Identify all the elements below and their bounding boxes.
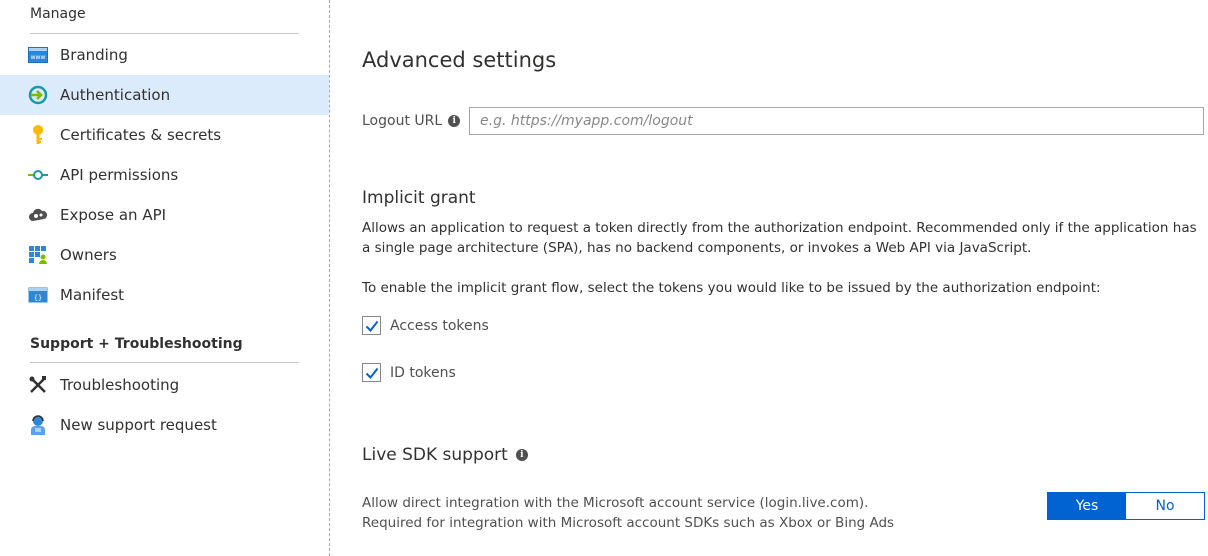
manage-section-title: Manage (30, 6, 86, 22)
sidebar-item-manifest[interactable]: {} Manifest (0, 275, 329, 315)
sidebar-item-authentication[interactable]: Authentication (0, 75, 329, 115)
live-sdk-description-line2: Required for integration with Microsoft … (362, 515, 895, 531)
logout-url-input[interactable] (469, 107, 1204, 135)
access-tokens-label: Access tokens (390, 317, 489, 334)
owners-icon (28, 245, 48, 265)
id-tokens-label: ID tokens (390, 364, 456, 381)
sidebar-item-api-permissions[interactable]: API permissions (0, 155, 329, 195)
svg-text:{}: {} (34, 294, 42, 302)
implicit-grant-instruction: To enable the implicit grant flow, selec… (362, 280, 1101, 296)
manifest-icon: {} (28, 285, 48, 305)
access-tokens-checkbox[interactable] (362, 316, 381, 335)
live-sdk-toggle: Yes No (1047, 492, 1205, 520)
id-tokens-checkbox[interactable] (362, 363, 381, 382)
support-section-title: Support + Troubleshooting (30, 336, 243, 352)
id-tokens-option[interactable]: ID tokens (362, 363, 456, 382)
sidebar-item-label: Troubleshooting (60, 376, 180, 394)
manage-divider (30, 33, 299, 34)
implicit-grant-description: Allows an application to request a token… (362, 220, 1197, 256)
sidebar-item-troubleshooting[interactable]: Troubleshooting (0, 365, 329, 405)
logout-url-label-text: Logout URL (362, 113, 443, 129)
sidebar-item-label: Expose an API (60, 206, 167, 224)
sidebar-item-new-support-request[interactable]: New support request (0, 405, 329, 445)
sidebar: Manage www Branding Authentication Certi… (0, 0, 330, 556)
sidebar-item-label: API permissions (60, 166, 179, 184)
key-icon (28, 125, 48, 145)
support-person-icon (28, 415, 48, 435)
live-sdk-description: Allow direct integration with the Micros… (362, 493, 894, 533)
live-sdk-description-line1: Allow direct integration with the Micros… (362, 495, 869, 511)
main-content: Advanced settings Logout URL i Implicit … (362, 0, 1208, 556)
sidebar-item-label: New support request (60, 416, 217, 434)
sidebar-item-certificates-secrets[interactable]: Certificates & secrets (0, 115, 329, 155)
sidebar-item-label: Authentication (60, 86, 171, 104)
sidebar-item-label: Branding (60, 46, 128, 64)
sidebar-item-owners[interactable]: Owners (0, 235, 329, 275)
access-tokens-option[interactable]: Access tokens (362, 316, 489, 335)
branding-icon: www (28, 45, 48, 65)
svg-text:www: www (31, 54, 46, 61)
authentication-icon (28, 85, 48, 105)
support-divider (30, 362, 299, 363)
checkmark-icon (365, 320, 378, 332)
sidebar-item-label: Certificates & secrets (60, 126, 222, 144)
live-sdk-yes-button[interactable]: Yes (1048, 493, 1126, 519)
wrench-icon (28, 375, 48, 395)
info-icon[interactable]: i (448, 115, 461, 127)
info-icon[interactable]: i (515, 449, 528, 461)
live-sdk-no-button[interactable]: No (1126, 493, 1204, 519)
sidebar-item-branding[interactable]: www Branding (0, 35, 329, 75)
cloud-api-icon (28, 205, 48, 225)
app-registration-authentication-page: Manage www Branding Authentication Certi… (0, 0, 1208, 556)
sidebar-item-label: Owners (60, 246, 117, 264)
sidebar-item-label: Manifest (60, 286, 125, 304)
checkmark-icon (365, 367, 378, 379)
live-sdk-title-row: Live SDK support i (362, 445, 528, 465)
api-permissions-icon (28, 165, 48, 185)
live-sdk-title: Live SDK support (362, 445, 508, 465)
sidebar-item-expose-an-api[interactable]: Expose an API (0, 195, 329, 235)
implicit-grant-title: Implicit grant (362, 188, 476, 208)
logout-url-label: Logout URL i (362, 113, 461, 129)
page-title: Advanced settings (362, 48, 557, 72)
